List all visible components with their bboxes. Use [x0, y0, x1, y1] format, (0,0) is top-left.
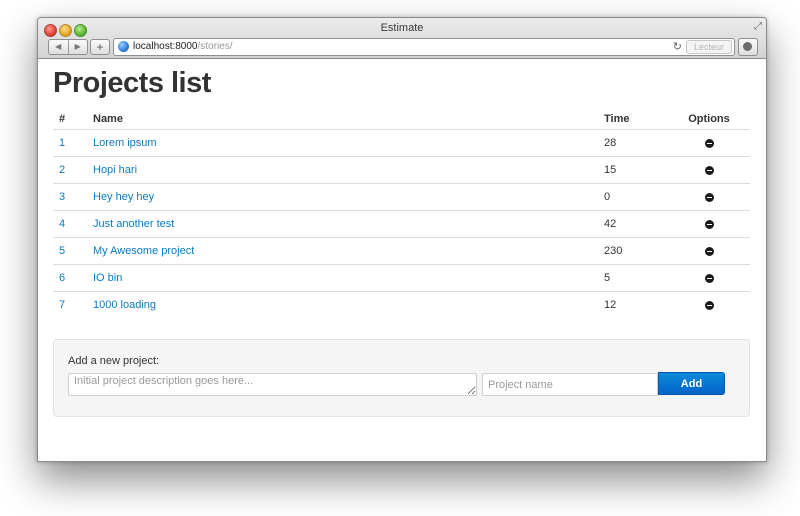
remove-icon[interactable]: [704, 165, 714, 175]
project-id-link[interactable]: 1: [59, 137, 65, 149]
project-description-input[interactable]: [68, 373, 477, 396]
url-host: localhost:8000: [133, 41, 198, 52]
address-bar[interactable]: localhost:8000/stories/ ↻ Lecteur: [113, 38, 735, 56]
project-name-link[interactable]: My Awesome project: [93, 245, 194, 257]
forward-button[interactable]: ▶: [69, 40, 88, 54]
project-name-input[interactable]: [482, 373, 658, 396]
remove-icon[interactable]: [704, 138, 714, 148]
project-id-link[interactable]: 3: [59, 191, 65, 203]
column-header-number: #: [53, 109, 87, 130]
page-content: Projects list # Name Time Options 1 Lore…: [38, 59, 766, 461]
project-time: 5: [598, 264, 668, 292]
column-header-options: Options: [668, 109, 750, 130]
url-path: /stories/: [197, 41, 233, 52]
remove-icon[interactable]: [704, 192, 714, 202]
downloads-button[interactable]: [738, 38, 758, 56]
table-row: 2 Hopi hari 15: [53, 156, 750, 184]
fullscreen-icon[interactable]: ⤢: [754, 21, 762, 32]
remove-icon[interactable]: [704, 246, 714, 256]
project-name-link[interactable]: Just another test: [93, 218, 174, 230]
new-project-form: Add a new project: Add: [53, 339, 750, 417]
project-id-link[interactable]: 6: [59, 272, 65, 284]
table-row: 7 1000 loading 12: [53, 291, 750, 318]
project-time: 42: [598, 210, 668, 238]
browser-toolbar: Estimate ⤢ ◀ ▶ + localhost:8000/stories/…: [38, 18, 766, 59]
project-id-link[interactable]: 4: [59, 218, 65, 230]
new-project-label: Add a new project:: [68, 355, 160, 367]
remove-icon[interactable]: [704, 219, 714, 229]
add-project-button[interactable]: Add: [658, 372, 725, 395]
project-name-link[interactable]: Hey hey hey: [93, 191, 154, 203]
remove-icon[interactable]: [704, 300, 714, 310]
downloads-icon: [743, 42, 752, 51]
project-name-link[interactable]: IO bin: [93, 272, 122, 284]
project-id-link[interactable]: 7: [59, 299, 65, 311]
project-time: 28: [598, 129, 668, 157]
project-time: 15: [598, 156, 668, 184]
project-time: 0: [598, 183, 668, 211]
remove-icon[interactable]: [704, 273, 714, 283]
reload-icon[interactable]: ↻: [673, 40, 682, 53]
project-time: 230: [598, 237, 668, 265]
project-name-link[interactable]: Hopi hari: [93, 164, 137, 176]
projects-table: # Name Time Options 1 Lorem ipsum 28 2 H…: [53, 109, 750, 318]
globe-icon: [118, 41, 129, 52]
back-forward-buttons: ◀ ▶: [48, 39, 88, 55]
project-name-link[interactable]: 1000 loading: [93, 299, 156, 311]
back-button[interactable]: ◀: [49, 40, 69, 54]
table-row: 3 Hey hey hey 0: [53, 183, 750, 211]
table-row: 6 IO bin 5: [53, 264, 750, 292]
project-time: 12: [598, 291, 668, 318]
reader-button[interactable]: Lecteur: [686, 40, 732, 54]
url-text[interactable]: localhost:8000/stories/: [133, 41, 233, 52]
project-name-link[interactable]: Lorem ipsum: [93, 137, 157, 149]
column-header-name: Name: [87, 109, 598, 130]
table-row: 4 Just another test 42: [53, 210, 750, 238]
column-header-time: Time: [598, 109, 668, 130]
browser-window: Estimate ⤢ ◀ ▶ + localhost:8000/stories/…: [37, 17, 767, 462]
window-title: Estimate: [380, 22, 424, 34]
page-title: Projects list: [53, 67, 211, 99]
table-row: 5 My Awesome project 230: [53, 237, 750, 265]
table-row: 1 Lorem ipsum 28: [53, 129, 750, 157]
project-id-link[interactable]: 2: [59, 164, 65, 176]
project-id-link[interactable]: 5: [59, 245, 65, 257]
table-header-row: # Name Time Options: [53, 109, 750, 130]
new-tab-button[interactable]: +: [90, 39, 110, 55]
